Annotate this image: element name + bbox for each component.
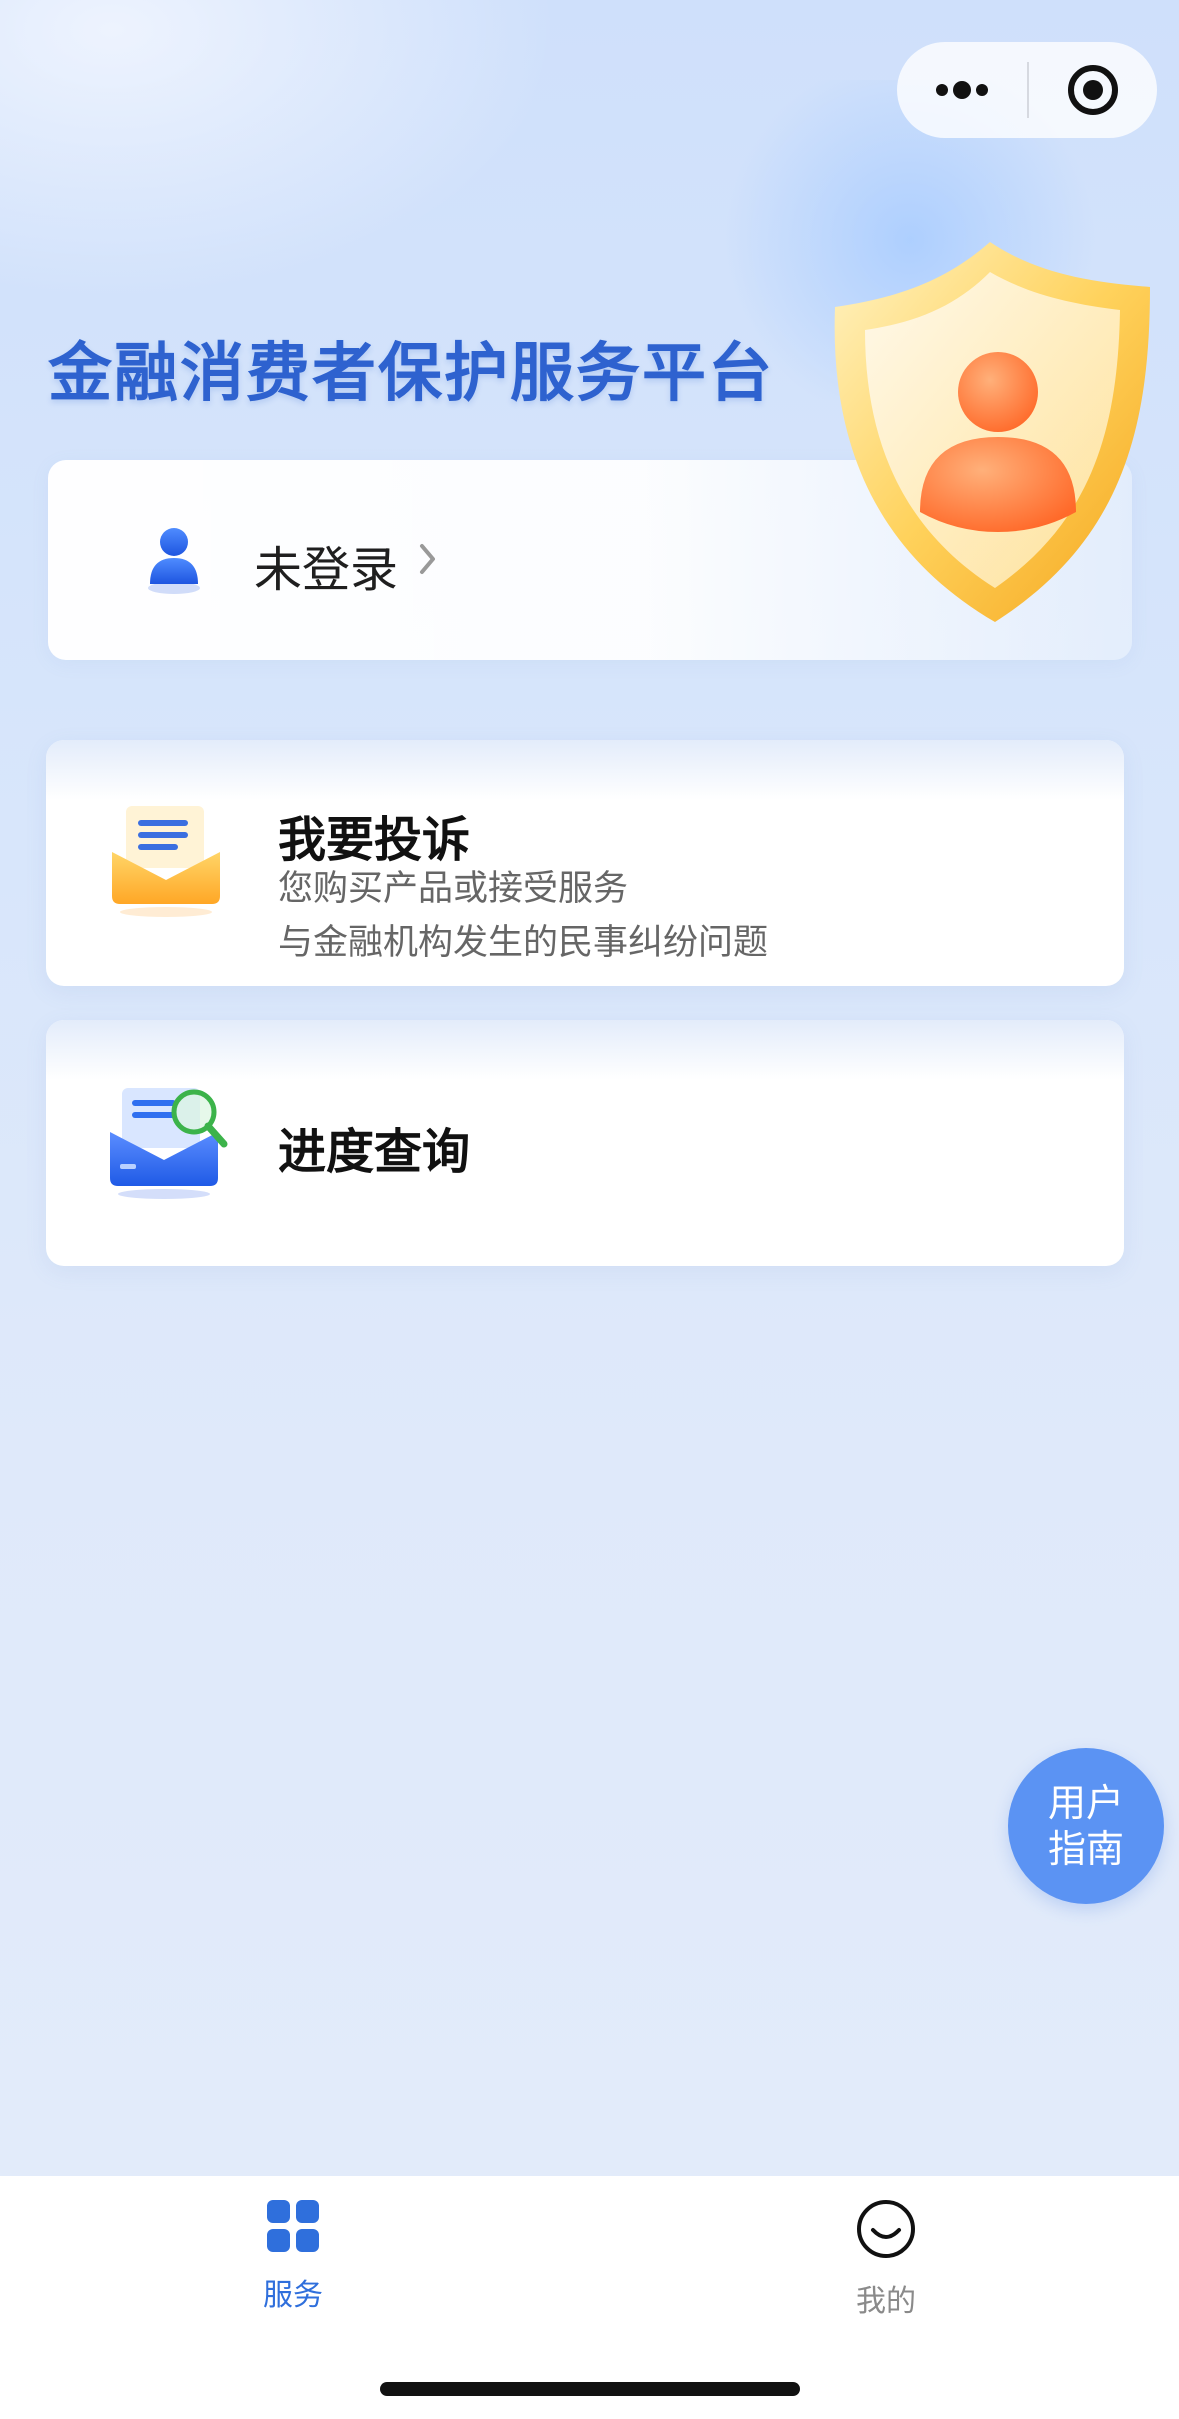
background-highlight xyxy=(0,0,560,300)
login-status-text: 未登录 xyxy=(254,542,399,598)
tab-mine-label: 我的 xyxy=(856,2284,916,2319)
smile-face-icon xyxy=(855,2198,917,2264)
page-title: 金融消费者保护服务平台 xyxy=(48,337,774,411)
complaint-title: 我要投诉 xyxy=(278,812,471,868)
complaint-subtitle-line1: 您购买产品或接受服务 xyxy=(278,869,629,909)
tab-service-label: 服务 xyxy=(263,2278,323,2313)
grid-apps-icon xyxy=(265,2198,321,2258)
target-circle-icon[interactable] xyxy=(1029,42,1157,138)
mail-document-icon xyxy=(106,800,226,924)
user-guide-button[interactable]: 用户 指南 xyxy=(1008,1748,1164,1904)
mini-program-capsule xyxy=(897,42,1157,138)
user-guide-label-line1: 用户 xyxy=(1047,1781,1124,1825)
chevron-right-icon xyxy=(418,542,438,580)
more-dots-icon[interactable] xyxy=(897,42,1027,138)
complaint-card[interactable]: 我要投诉 您购买产品或接受服务 与金融机构发生的民事纠纷问题 xyxy=(46,740,1124,986)
complaint-subtitle-line2: 与金融机构发生的民事纠纷问题 xyxy=(278,923,769,963)
tab-mine[interactable]: 我的 xyxy=(786,2198,986,2319)
user-guide-label-line2: 指南 xyxy=(1047,1827,1124,1871)
progress-query-card[interactable]: 进度查询 xyxy=(46,1020,1124,1266)
home-indicator[interactable] xyxy=(380,2382,800,2396)
user-avatar-icon xyxy=(144,524,204,600)
mail-search-icon xyxy=(106,1082,230,1206)
shield-user-icon xyxy=(820,232,1170,646)
progress-title: 进度查询 xyxy=(278,1124,471,1180)
tab-service[interactable]: 服务 xyxy=(193,2198,393,2318)
